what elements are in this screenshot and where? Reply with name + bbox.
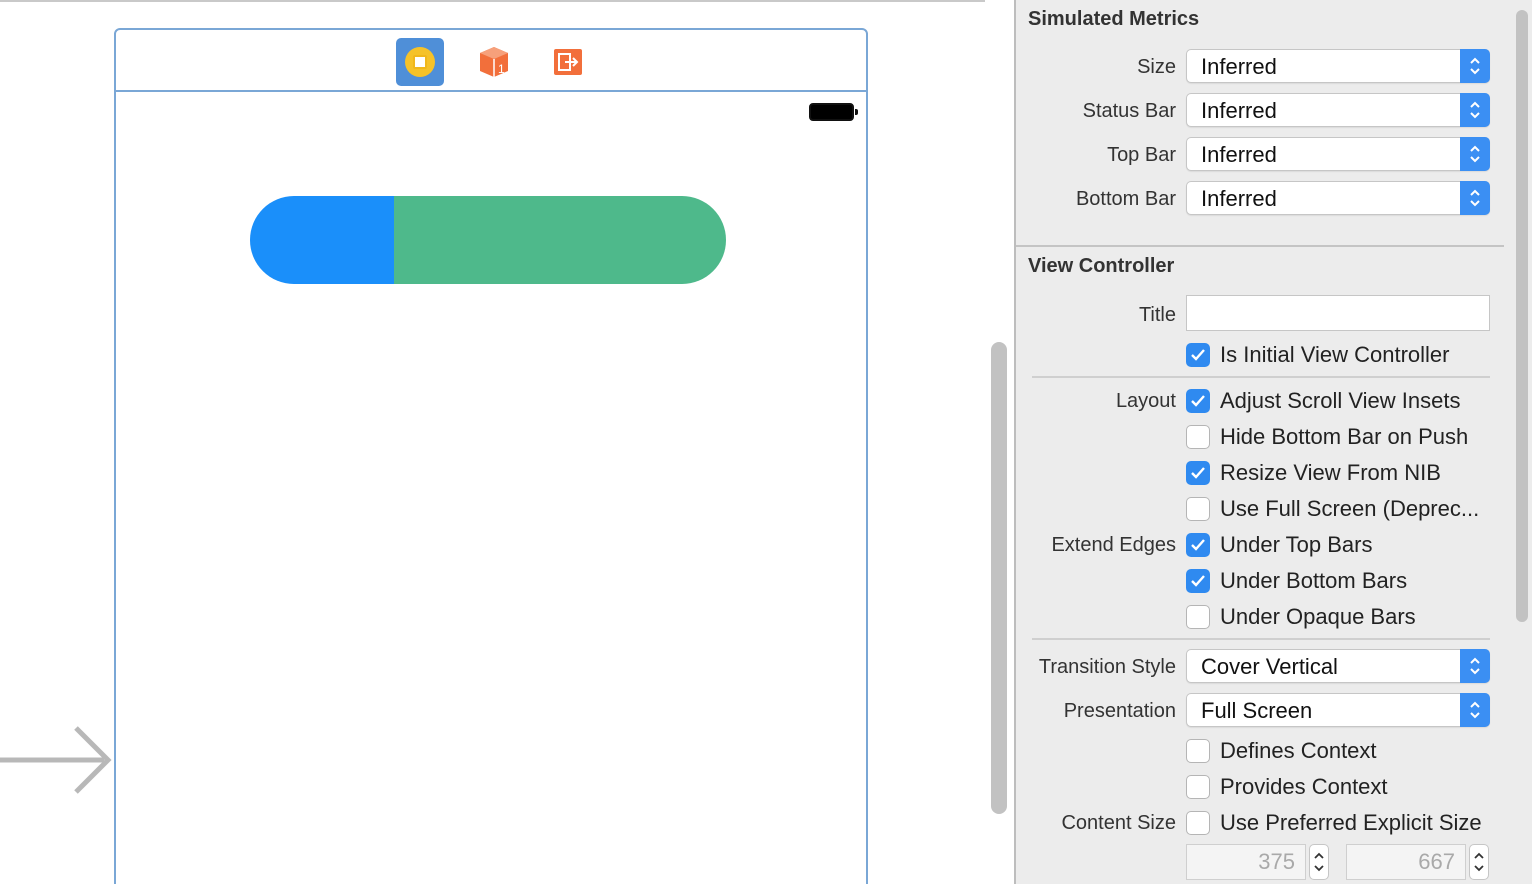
simulated-metrics-title: Simulated Metrics bbox=[1028, 8, 1200, 30]
segmented-control[interactable] bbox=[250, 196, 726, 284]
unchecked-box-icon[interactable] bbox=[1186, 775, 1210, 799]
unchecked-box-icon[interactable] bbox=[1186, 425, 1210, 449]
checkmark-icon[interactable] bbox=[1186, 389, 1210, 413]
width-stepper-icon[interactable] bbox=[1309, 844, 1329, 880]
title-field[interactable] bbox=[1186, 295, 1490, 331]
checkmark-icon[interactable] bbox=[1186, 461, 1210, 485]
use-full-screen-row[interactable]: Use Full Screen (Deprec... bbox=[1186, 496, 1479, 522]
provides-context-label: Provides Context bbox=[1220, 774, 1388, 799]
size-label: Size bbox=[1137, 56, 1176, 78]
content-size-label: Content Size bbox=[1061, 812, 1176, 834]
view-controller-scene[interactable]: 1 bbox=[114, 28, 868, 884]
resize-from-nib-row[interactable]: Resize View From NIB bbox=[1186, 460, 1441, 486]
under-top-bars-row[interactable]: Under Top Bars bbox=[1186, 532, 1372, 558]
defines-context-row[interactable]: Defines Context bbox=[1186, 738, 1377, 764]
extend-edges-label: Extend Edges bbox=[1051, 534, 1176, 556]
preferred-size-label: Use Preferred Explicit Size bbox=[1220, 810, 1482, 835]
checkmark-icon[interactable] bbox=[1186, 343, 1210, 367]
chevron-updown-icon bbox=[1460, 93, 1490, 127]
under-opaque-bars-row[interactable]: Under Opaque Bars bbox=[1186, 604, 1416, 630]
chevron-updown-icon bbox=[1460, 181, 1490, 215]
section-divider bbox=[1016, 245, 1504, 247]
presentation-label: Presentation bbox=[1063, 700, 1176, 722]
use-full-screen-label: Use Full Screen (Deprec... bbox=[1220, 496, 1480, 521]
layout-label: Layout bbox=[1115, 390, 1176, 412]
unchecked-box-icon[interactable] bbox=[1186, 811, 1210, 835]
under-bottom-bars-label: Under Bottom Bars bbox=[1220, 568, 1408, 593]
hide-bottom-bar-label: Hide Bottom Bar on Push bbox=[1220, 424, 1469, 449]
defines-context-label: Defines Context bbox=[1220, 738, 1377, 763]
presentation-value: Full Screen bbox=[1201, 698, 1313, 723]
segment-second[interactable] bbox=[394, 196, 726, 284]
top-bar-popup[interactable]: Inferred bbox=[1186, 137, 1490, 171]
inspector-scrollbar[interactable] bbox=[1516, 10, 1528, 622]
attributes-inspector: Simulated Metrics Size Inferred Status B… bbox=[1014, 0, 1532, 884]
initial-vc-checkbox-row[interactable]: Is Initial View Controller bbox=[1186, 342, 1449, 368]
transition-style-label: Transition Style bbox=[1038, 656, 1176, 678]
battery-icon bbox=[809, 103, 858, 121]
exit-icon[interactable] bbox=[544, 38, 592, 86]
unchecked-box-icon[interactable] bbox=[1186, 739, 1210, 763]
content-width-field[interactable]: 375 bbox=[1186, 844, 1306, 880]
unchecked-box-icon[interactable] bbox=[1186, 497, 1210, 521]
segment-first[interactable] bbox=[250, 196, 394, 284]
chevron-updown-icon bbox=[1460, 649, 1490, 683]
status-bar-label: Status Bar bbox=[1082, 100, 1176, 122]
chevron-updown-icon bbox=[1460, 693, 1490, 727]
view-controller-icon[interactable] bbox=[396, 38, 444, 86]
bottom-bar-value: Inferred bbox=[1201, 186, 1277, 211]
first-responder-icon[interactable]: 1 bbox=[470, 38, 518, 86]
hide-bottom-bar-row[interactable]: Hide Bottom Bar on Push bbox=[1186, 424, 1468, 450]
initial-vc-label: Is Initial View Controller bbox=[1220, 342, 1450, 367]
chevron-updown-icon bbox=[1460, 137, 1490, 171]
status-bar-popup[interactable]: Inferred bbox=[1186, 93, 1490, 127]
content-height-field[interactable]: 667 bbox=[1346, 844, 1466, 880]
title-label: Title bbox=[1138, 304, 1176, 326]
under-top-bars-label: Under Top Bars bbox=[1220, 532, 1373, 557]
checkmark-icon[interactable] bbox=[1186, 569, 1210, 593]
size-popup[interactable]: Inferred bbox=[1186, 49, 1490, 83]
view-controller-title: View Controller bbox=[1028, 255, 1175, 277]
under-bottom-bars-row[interactable]: Under Bottom Bars bbox=[1186, 568, 1407, 594]
canvas-vertical-scrollbar[interactable] bbox=[991, 342, 1007, 814]
storyboard-canvas[interactable]: 1 bbox=[0, 0, 1007, 884]
top-bar-value: Inferred bbox=[1201, 142, 1277, 167]
preferred-size-row[interactable]: Use Preferred Explicit Size bbox=[1186, 810, 1482, 836]
group-divider bbox=[1032, 376, 1490, 378]
initial-entry-arrow-icon[interactable] bbox=[0, 722, 114, 798]
bottom-bar-label: Bottom Bar bbox=[1075, 188, 1176, 210]
resize-from-nib-label: Resize View From NIB bbox=[1220, 460, 1441, 485]
top-bar-label: Top Bar bbox=[1107, 144, 1176, 166]
bottom-bar-popup[interactable]: Inferred bbox=[1186, 181, 1490, 215]
unchecked-box-icon[interactable] bbox=[1186, 605, 1210, 629]
adjust-scroll-insets-row[interactable]: Adjust Scroll View Insets bbox=[1186, 388, 1460, 414]
under-opaque-bars-label: Under Opaque Bars bbox=[1220, 604, 1416, 629]
chevron-updown-icon bbox=[1460, 49, 1490, 83]
presentation-popup[interactable]: Full Screen bbox=[1186, 693, 1490, 727]
status-bar-value: Inferred bbox=[1201, 98, 1277, 123]
svg-text:1: 1 bbox=[498, 62, 505, 76]
provides-context-row[interactable]: Provides Context bbox=[1186, 774, 1388, 800]
group-divider bbox=[1032, 638, 1490, 640]
adjust-scroll-insets-label: Adjust Scroll View Insets bbox=[1220, 388, 1461, 413]
size-value: Inferred bbox=[1201, 54, 1277, 79]
transition-style-value: Cover Vertical bbox=[1201, 654, 1338, 679]
checkmark-icon[interactable] bbox=[1186, 533, 1210, 557]
scene-dock: 1 bbox=[116, 30, 866, 92]
height-stepper-icon[interactable] bbox=[1469, 844, 1489, 880]
transition-style-popup[interactable]: Cover Vertical bbox=[1186, 649, 1490, 683]
